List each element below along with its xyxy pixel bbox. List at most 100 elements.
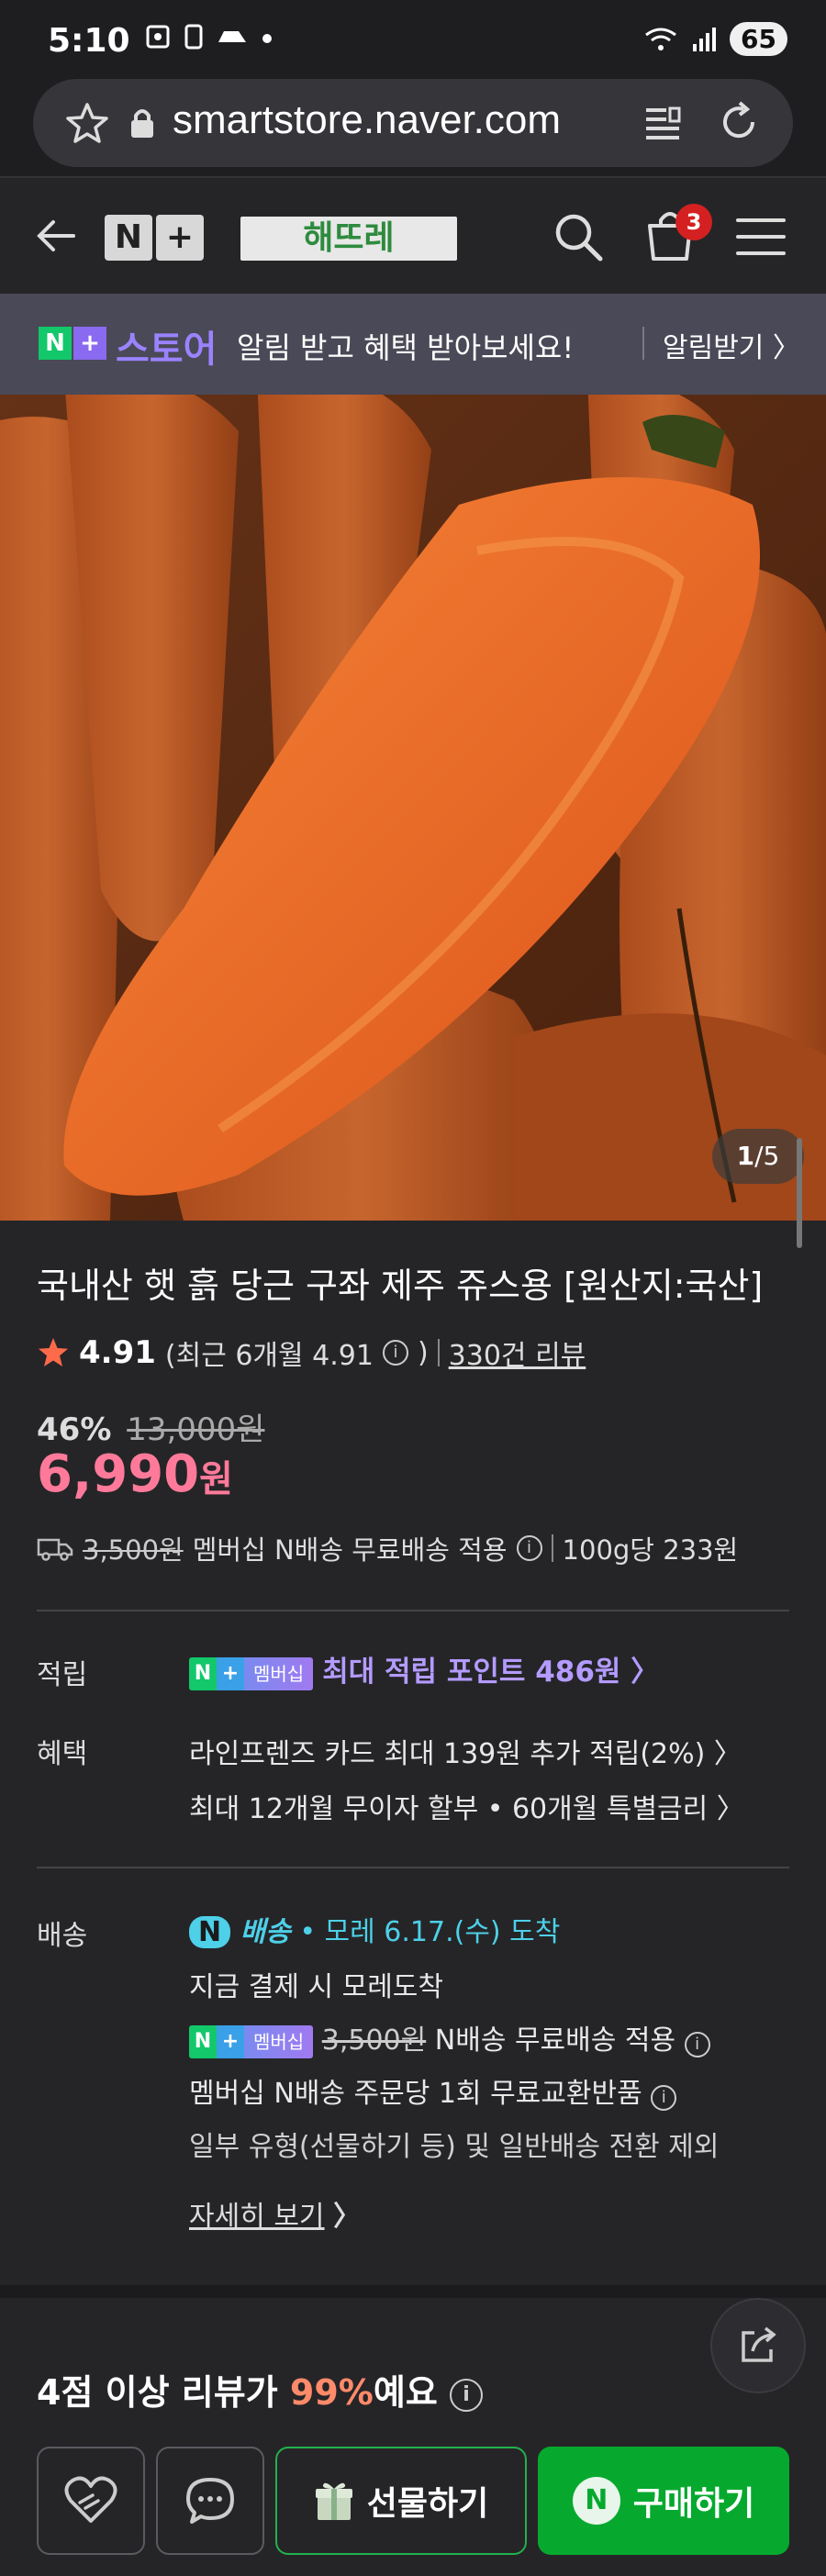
product-image[interactable] (0, 395, 826, 1221)
shipping-text: 멤버십 N배송 무료배송 적용 (192, 1534, 508, 1566)
recent-rating-close: ) (417, 1336, 429, 1369)
address-bar[interactable]: smartstore.naver.com (33, 79, 793, 167)
points-row[interactable]: N + 멤버십 최대 적립 포인트 486원 〉 (189, 1648, 659, 1690)
image-counter: 1/5 (712, 1129, 804, 1184)
delivery-pay-now: 지금 결제 시 모레도착 (189, 1971, 444, 2003)
delivery-fee-text: N배송 무료배송 적용 (434, 2024, 676, 2057)
see-more-text: 자세히 보기 (189, 2201, 325, 2233)
star-icon (39, 1338, 68, 1366)
delivery-fee-row: N + 멤버십 3,500원 N배송 무료배송 적용 i (189, 2017, 710, 2058)
review-head-suffix: 예요 (373, 2372, 438, 2413)
installment-link[interactable]: 최대 12개월 무이자 할부 • 60개월 특별금리 〉 (189, 1786, 744, 1826)
phone-icon (184, 24, 203, 50)
buy-label: 구매하기 (632, 2485, 755, 2523)
notify-store-label: 스토어 (116, 329, 218, 371)
reload-icon[interactable] (716, 99, 762, 145)
divider (437, 1339, 440, 1366)
image-counter-total: 5 (763, 1141, 780, 1171)
subscribe-alert-button[interactable]: 알림받기 〉 (663, 325, 800, 365)
share-button[interactable] (710, 2298, 806, 2393)
info-icon[interactable]: i (516, 1535, 542, 1561)
gift-icon (315, 2482, 352, 2520)
dot-icon (262, 34, 272, 43)
info-icon[interactable]: i (382, 1340, 408, 1366)
image-counter-current: 1 (736, 1141, 755, 1171)
hamburger-menu-icon[interactable] (734, 215, 787, 259)
n-delivery-text: 배송 (240, 1916, 291, 1948)
review-count-link[interactable]: 330건 리뷰 (449, 1333, 586, 1373)
chevron-right-icon: 〉 (333, 2201, 362, 2233)
battery-level: 65 (730, 22, 787, 56)
points-label: 적립 (37, 1659, 88, 1691)
nplus-n: N (105, 215, 152, 261)
share-icon (742, 2326, 776, 2362)
url-text[interactable]: smartstore.naver.com (173, 97, 561, 143)
delivery-fee: 3,500원 (321, 2024, 427, 2057)
pill-membership: 멤버십 (244, 1656, 314, 1690)
shipping-summary: 3,500원 멤버십 N배송 무료배송 적용 i 100g당 233원 (37, 1529, 738, 1567)
status-notification-icons (145, 24, 273, 50)
price-value: 6,990 (37, 1444, 200, 1504)
notify-divider (642, 327, 644, 360)
cart-count-badge: 3 (675, 204, 712, 240)
wifi-icon (645, 28, 676, 50)
delivery-exclusion: 일부 유형(선물하기 등) 및 일반배송 전환 제외 (189, 2131, 720, 2163)
npay-n-icon: N (572, 2477, 620, 2525)
original-price: 13,000원 (127, 1411, 265, 1448)
nplus-badge: N + (39, 327, 106, 360)
info-icon[interactable]: i (450, 2378, 484, 2412)
pill-n: N (189, 1656, 217, 1690)
scroll-indicator[interactable] (797, 1138, 802, 1248)
membership-pill: N + 멤버십 (189, 1656, 314, 1690)
talk-talk-button[interactable] (156, 2447, 264, 2555)
section-divider (37, 1610, 789, 1611)
discount-row: 46% 13,000원 (37, 1404, 264, 1449)
bookmark-star-icon[interactable] (64, 101, 110, 147)
section-divider (37, 1867, 789, 1868)
product-title: 국내산 햇 흙 당근 구좌 제주 쥬스용 [원산지:국산] (37, 1266, 764, 1306)
delivery-icon (218, 31, 246, 42)
store-logo[interactable]: 해뜨레 (240, 217, 457, 261)
nplus-badge-n: N (39, 327, 72, 360)
heart-icon (64, 2476, 117, 2523)
pill-n: N (189, 2024, 217, 2058)
divider (551, 1534, 553, 1562)
delivery-label: 배송 (37, 1920, 88, 1952)
pill-plus: + (217, 2024, 244, 2058)
sale-price: 6,990원 (37, 1444, 233, 1504)
info-icon[interactable]: i (684, 2032, 710, 2057)
arrival-date: • 모레 6.17.(수) 도착 (299, 1916, 561, 1948)
browser-toolbar: smartstore.naver.com (0, 77, 826, 176)
benefits-label: 혜택 (37, 1738, 88, 1770)
max-points-text: 최대 적립 포인트 486원 〉 (322, 1656, 660, 1689)
shipping-fee: 3,500원 (83, 1534, 184, 1566)
carrot-photo (0, 395, 826, 1221)
search-icon[interactable] (551, 209, 606, 264)
discount-percent: 46% (37, 1411, 112, 1448)
screenshot-icon (146, 25, 170, 49)
delivery-exchange-row: 멤버십 N배송 주문당 1회 무료교환반품 i (189, 2070, 677, 2111)
nplus-store-logo[interactable]: N + (105, 215, 204, 261)
see-more-link[interactable]: 자세히 보기 〉 (189, 2193, 361, 2234)
recent-rating: (최근 6개월 4.91 (164, 1340, 374, 1372)
status-system-icons: 65 (643, 22, 787, 56)
gift-button[interactable]: 선물하기 (275, 2447, 527, 2555)
review-positive-percent: 99% (289, 2372, 374, 2413)
lock-icon (131, 109, 153, 138)
gift-label: 선물하기 (366, 2485, 489, 2523)
notification-banner[interactable]: N + 스토어 알림 받고 혜택 받아보세요! 알림받기 〉 (0, 294, 826, 395)
wishlist-button[interactable] (37, 2447, 145, 2555)
nplus-badge-plus: + (73, 327, 106, 360)
membership-pill: N + 멤버십 (189, 2024, 314, 2058)
nplus-plus: + (156, 215, 204, 261)
back-arrow-icon[interactable] (33, 213, 79, 259)
review-head-prefix: 4점 이상 리뷰가 (37, 2372, 290, 2413)
reader-mode-icon[interactable] (642, 103, 683, 143)
notify-message: 알림 받고 혜택 받아보세요! (237, 330, 575, 365)
truck-icon (37, 1538, 73, 1561)
info-icon[interactable]: i (651, 2085, 677, 2111)
delivery-arrival-row: N 배송 • 모레 6.17.(수) 도착 (189, 1909, 560, 1949)
card-benefit-link[interactable]: 라인프렌즈 카드 최대 139원 추가 적립(2%) 〉 (189, 1731, 742, 1771)
store-header: N + 해뜨레 3 (0, 176, 826, 294)
buy-button[interactable]: N 구매하기 (538, 2447, 789, 2555)
